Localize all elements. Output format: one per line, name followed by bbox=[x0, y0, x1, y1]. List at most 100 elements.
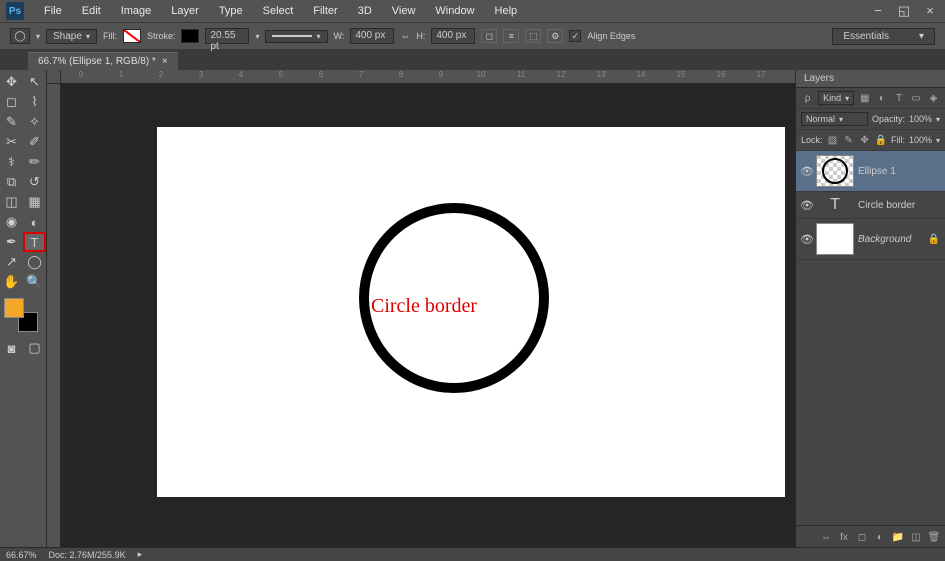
screenmode-tool[interactable]: ▢ bbox=[23, 338, 46, 358]
stroke-width-field[interactable]: 20.55 pt bbox=[205, 28, 249, 44]
filter-type-icon[interactable]: T bbox=[893, 91, 906, 105]
menu-type[interactable]: Type bbox=[209, 5, 253, 17]
magic-wand-tool[interactable]: ✧ bbox=[23, 112, 46, 132]
delete-layer-icon[interactable]: 🗑 bbox=[927, 530, 941, 544]
menu-3d[interactable]: 3D bbox=[348, 5, 382, 17]
menu-edit[interactable]: Edit bbox=[72, 5, 111, 17]
hand-tool[interactable]: ✋ bbox=[0, 272, 23, 292]
layer-name[interactable]: Ellipse 1 bbox=[858, 166, 941, 177]
lock-all-icon[interactable]: 🔒 bbox=[875, 133, 887, 147]
visibility-icon[interactable]: 👁 bbox=[800, 233, 812, 246]
opacity-value[interactable]: 100% bbox=[909, 114, 932, 124]
blur-tool[interactable]: ◉ bbox=[0, 212, 23, 232]
fx-icon[interactable]: fx bbox=[837, 530, 851, 544]
shape-mode-dropdown[interactable]: Shape bbox=[46, 29, 97, 44]
horizontal-ruler[interactable]: 0123456789101112131415161718192021222324… bbox=[61, 70, 795, 84]
layers-tab[interactable]: Layers bbox=[796, 70, 945, 88]
layers-panel: Layers ρ Kind ▦ ◐ T ▭ ◈ Normal Opacity: … bbox=[796, 70, 945, 548]
path-select-tool[interactable]: ↗ bbox=[0, 252, 23, 272]
menu-view[interactable]: View bbox=[382, 5, 426, 17]
lock-brush-icon[interactable]: ✎ bbox=[843, 133, 855, 147]
link-layers-icon[interactable]: ⇔ bbox=[819, 530, 833, 544]
color-swatches[interactable] bbox=[4, 298, 38, 332]
doc-size[interactable]: Doc: 2.76M/255.9K bbox=[49, 550, 126, 560]
layer-name[interactable]: Background bbox=[858, 234, 923, 245]
adjustment-icon[interactable]: ◐ bbox=[873, 530, 887, 544]
layer-ellipse[interactable]: 👁 Ellipse 1 bbox=[796, 151, 945, 192]
artboard-tool[interactable]: ↖ bbox=[23, 72, 46, 92]
menu-select[interactable]: Select bbox=[253, 5, 304, 17]
canvas-area[interactable]: 0123456789101112131415161718192021222324… bbox=[47, 70, 795, 548]
align-icon[interactable]: ≡ bbox=[503, 29, 519, 43]
move-tool[interactable]: ✥ bbox=[0, 72, 23, 92]
eyedropper-tool[interactable]: ✐ bbox=[23, 132, 46, 152]
dodge-tool[interactable]: ◐ bbox=[23, 212, 46, 232]
close-tab-icon[interactable]: × bbox=[162, 56, 168, 67]
menu-filter[interactable]: Filter bbox=[303, 5, 347, 17]
type-tool[interactable]: T bbox=[23, 232, 46, 252]
maximize-button[interactable]: ◱ bbox=[895, 3, 913, 19]
layer-background[interactable]: 👁 Background 🔒 bbox=[796, 219, 945, 260]
layer-text[interactable]: 👁 T Circle border bbox=[796, 192, 945, 219]
healing-tool[interactable]: ⚕ bbox=[0, 152, 23, 172]
layer-thumbnail[interactable] bbox=[816, 155, 854, 187]
visibility-icon[interactable]: 👁 bbox=[800, 165, 812, 178]
path-ops-icon[interactable]: ◻ bbox=[481, 29, 497, 43]
document-tab[interactable]: 66.7% (Ellipse 1, RGB/8) *× bbox=[28, 52, 178, 70]
fill-swatch[interactable] bbox=[123, 29, 141, 43]
blend-mode-dropdown[interactable]: Normal bbox=[801, 112, 868, 126]
mask-icon[interactable]: ◻ bbox=[855, 530, 869, 544]
menu-help[interactable]: Help bbox=[485, 5, 528, 17]
lasso-tool[interactable]: ⌇ bbox=[23, 92, 46, 112]
brush-tool[interactable]: ✏ bbox=[23, 152, 46, 172]
menu-layer[interactable]: Layer bbox=[161, 5, 209, 17]
layer-thumbnail[interactable] bbox=[816, 223, 854, 255]
link-wh-icon[interactable]: ⇔ bbox=[400, 31, 410, 42]
text-layer-content[interactable]: Circle border bbox=[371, 295, 477, 318]
lock-transparent-icon[interactable]: ▨ bbox=[827, 133, 839, 147]
menu-image[interactable]: Image bbox=[111, 5, 162, 17]
minimize-button[interactable]: − bbox=[869, 3, 887, 19]
canvas[interactable]: Circle border bbox=[157, 127, 785, 497]
shape-tool[interactable]: ◯ bbox=[23, 252, 46, 272]
stroke-swatch[interactable] bbox=[181, 29, 199, 43]
width-field[interactable]: 400 px bbox=[350, 28, 394, 44]
close-button[interactable]: × bbox=[921, 3, 939, 19]
layer-fill-value[interactable]: 100% bbox=[909, 135, 932, 145]
align-edges-label: Align Edges bbox=[587, 31, 635, 41]
lock-position-icon[interactable]: ✥ bbox=[859, 133, 871, 147]
marquee-tool[interactable]: ◻ bbox=[0, 92, 23, 112]
group-icon[interactable]: 📁 bbox=[891, 530, 905, 544]
quickmask-tool[interactable]: ◙ bbox=[0, 338, 23, 358]
arrange-icon[interactable]: ⬚ bbox=[525, 29, 541, 43]
layer-name[interactable]: Circle border bbox=[858, 200, 941, 211]
zoom-tool[interactable]: 🔍 bbox=[23, 272, 46, 292]
filter-pixel-icon[interactable]: ▦ bbox=[858, 91, 871, 105]
pen-tool[interactable]: ✒ bbox=[0, 232, 23, 252]
crop-tool[interactable]: ✂ bbox=[0, 132, 23, 152]
workspace-selector[interactable]: Essentials▾ bbox=[832, 28, 935, 45]
gear-icon[interactable]: ⚙ bbox=[547, 29, 563, 43]
filter-shape-icon[interactable]: ▭ bbox=[910, 91, 923, 105]
eraser-tool[interactable]: ◫ bbox=[0, 192, 23, 212]
quickselect-tool[interactable]: ✎ bbox=[0, 112, 23, 132]
filter-kind-dropdown[interactable]: Kind bbox=[818, 91, 854, 105]
align-edges-checkbox[interactable]: ✓ bbox=[569, 30, 581, 42]
zoom-level[interactable]: 66.67% bbox=[6, 550, 37, 560]
filter-smart-icon[interactable]: ◈ bbox=[927, 91, 940, 105]
clone-tool[interactable]: ⧉ bbox=[0, 172, 23, 192]
filter-adjust-icon[interactable]: ◐ bbox=[875, 91, 888, 105]
gradient-tool[interactable]: ▦ bbox=[23, 192, 46, 212]
history-brush-tool[interactable]: ↺ bbox=[23, 172, 46, 192]
height-field[interactable]: 400 px bbox=[431, 28, 475, 44]
search-icon[interactable]: ρ bbox=[801, 91, 814, 105]
visibility-icon[interactable]: 👁 bbox=[800, 199, 812, 212]
vertical-ruler[interactable] bbox=[47, 84, 61, 548]
ellipse-tool-icon[interactable]: ◯ bbox=[10, 28, 30, 44]
menu-window[interactable]: Window bbox=[425, 5, 484, 17]
menu-file[interactable]: File bbox=[34, 5, 72, 17]
foreground-color-swatch[interactable] bbox=[4, 298, 24, 318]
stroke-style-dropdown[interactable] bbox=[265, 30, 327, 43]
new-layer-icon[interactable]: ◫ bbox=[909, 530, 923, 544]
status-arrow-icon[interactable]: ▸ bbox=[138, 549, 143, 560]
